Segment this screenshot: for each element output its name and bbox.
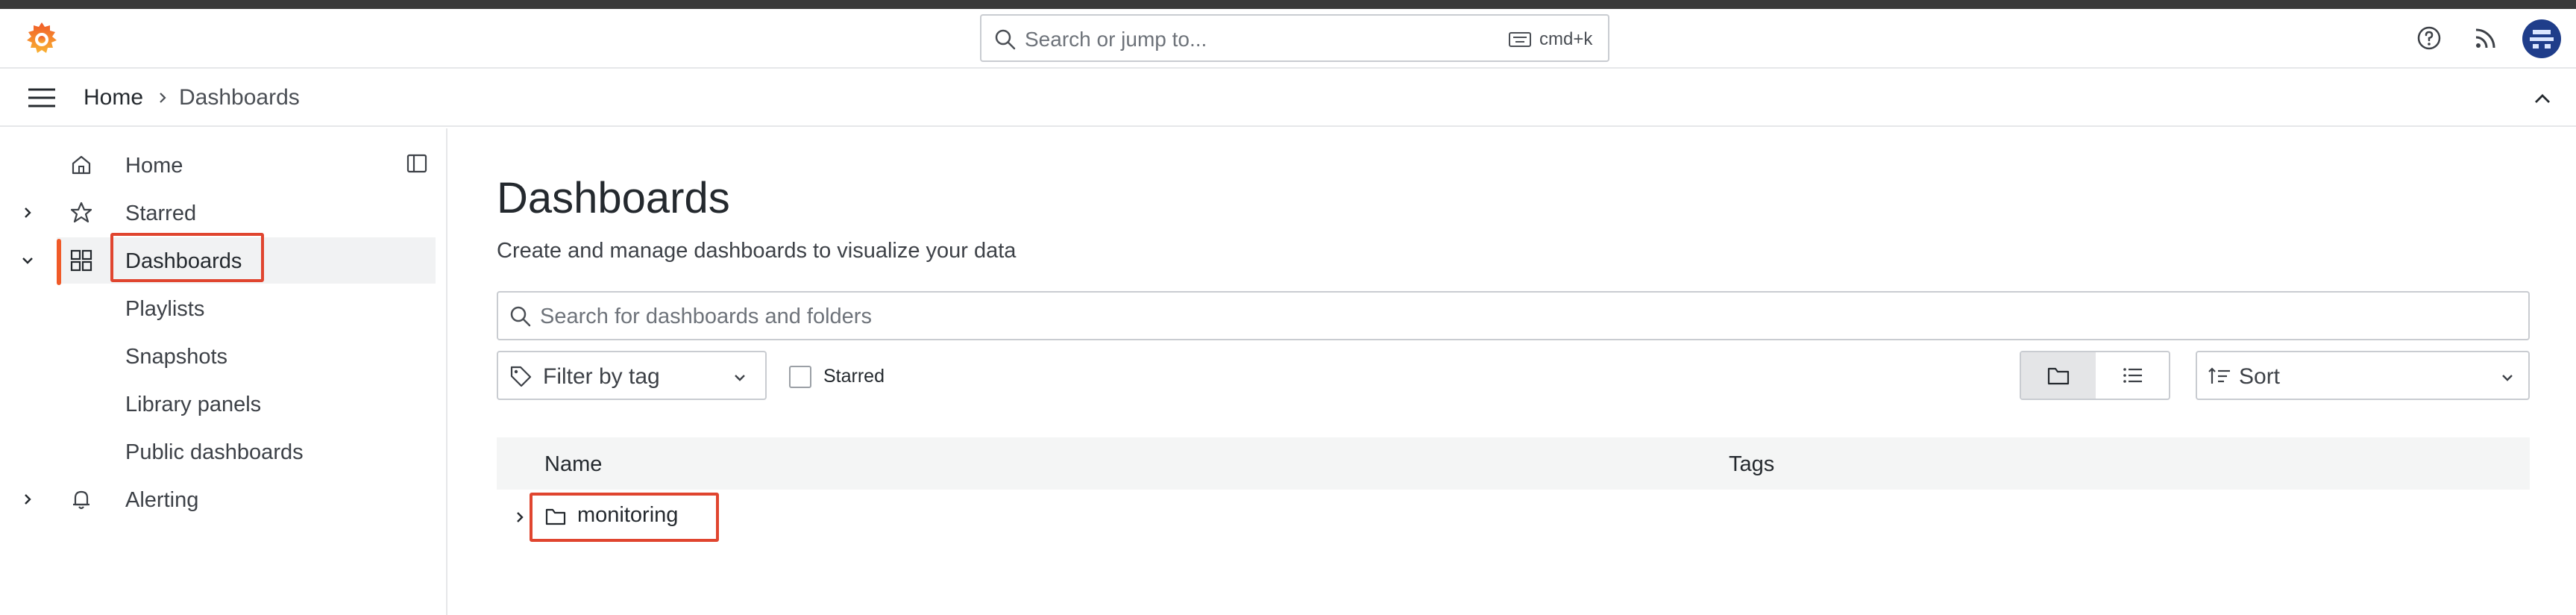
sidebar-nav: Home Starred Dashboards Playlists Snapsh… — [0, 128, 447, 615]
menu-hamburger-icon[interactable] — [27, 85, 57, 110]
sidebar-item-label: Alerting — [125, 488, 199, 512]
column-header-tags: Tags — [1729, 452, 1775, 476]
top-search-input[interactable]: Search or jump to... cmd+k — [980, 14, 1609, 62]
rss-news-icon[interactable] — [2473, 25, 2498, 51]
sidebar-item-label: Starred — [125, 202, 197, 225]
sidebar-item-playlists[interactable]: Playlists — [0, 285, 446, 331]
chevron-down-icon — [2502, 375, 2513, 381]
view-toggle — [2020, 351, 2170, 400]
chevron-right-icon[interactable] — [19, 491, 36, 508]
highlight-box-monitoring — [530, 493, 719, 542]
folder-view-button[interactable] — [2021, 352, 2096, 399]
chevron-down-icon[interactable] — [19, 252, 36, 269]
sidebar-item-home[interactable]: Home — [0, 142, 446, 188]
list-icon — [2123, 368, 2142, 383]
avatar-identicon-icon — [2530, 30, 2554, 49]
starred-checkbox[interactable] — [789, 366, 811, 388]
apps-icon — [70, 249, 92, 272]
chevron-down-icon — [735, 375, 745, 381]
sidebar-item-label: Home — [125, 154, 183, 178]
search-icon — [510, 306, 531, 327]
tag-icon — [510, 366, 532, 387]
sidebar-item-library-panels[interactable]: Library panels — [0, 381, 446, 427]
starred-checkbox-label[interactable]: Starred — [823, 366, 885, 387]
table-header: Name Tags — [497, 437, 2530, 490]
keyboard-icon — [1509, 32, 1531, 47]
filter-by-tag-label: Filter by tag — [543, 364, 660, 389]
table-row[interactable]: monitoring — [497, 490, 2530, 545]
star-icon — [70, 202, 92, 223]
chevron-right-icon[interactable] — [19, 205, 36, 221]
search-icon — [995, 29, 1016, 50]
main-content: Dashboards Create and manage dashboards … — [449, 128, 2576, 615]
search-shortcut-label: cmd+k — [1539, 29, 1593, 49]
highlight-box-dashboards — [110, 233, 264, 282]
page-title: Dashboards — [497, 174, 730, 222]
home-icon — [72, 155, 91, 175]
sort-amount-icon — [2208, 367, 2230, 384]
breadcrumb-bar: Home Dashboards — [0, 70, 2576, 127]
list-view-button[interactable] — [2096, 352, 2169, 399]
chevron-right-icon[interactable] — [513, 509, 527, 525]
column-header-name: Name — [544, 452, 603, 476]
chevron-up-icon[interactable] — [2531, 88, 2554, 110]
breadcrumb-current: Dashboards — [179, 85, 300, 110]
breadcrumb-home[interactable]: Home — [84, 85, 143, 110]
sidebar-item-alerting[interactable]: Alerting — [0, 476, 446, 522]
sort-label: Sort — [2239, 364, 2281, 389]
filter-by-tag-select[interactable]: Filter by tag — [497, 351, 767, 400]
sidebar-item-label: Playlists — [125, 297, 205, 321]
user-avatar[interactable] — [2522, 19, 2561, 58]
grafana-logo-icon[interactable] — [22, 19, 61, 58]
sidebar-item-label: Library panels — [125, 393, 262, 416]
sidebar-item-label: Public dashboards — [125, 440, 304, 464]
sidebar-item-snapshots[interactable]: Snapshots — [0, 333, 446, 379]
sidebar-item-public-dashboards[interactable]: Public dashboards — [0, 428, 446, 475]
page-subtitle: Create and manage dashboards to visualiz… — [497, 239, 1017, 263]
dashboard-search-placeholder: Search for dashboards and folders — [540, 305, 872, 328]
dashboard-search-input[interactable]: Search for dashboards and folders — [497, 291, 2530, 340]
window-top-strip — [0, 0, 2576, 9]
sort-select[interactable]: Sort — [2196, 351, 2530, 400]
sidebar-item-label: Snapshots — [125, 345, 228, 369]
top-search-placeholder: Search or jump to... — [1025, 28, 1207, 51]
active-indicator — [57, 239, 61, 285]
folder-icon — [2047, 367, 2070, 385]
help-icon[interactable] — [2416, 25, 2442, 51]
bell-icon — [73, 490, 89, 510]
sidebar-item-starred[interactable]: Starred — [0, 190, 446, 236]
top-bar: Search or jump to... cmd+k — [0, 9, 2576, 69]
breadcrumb-separator-icon — [160, 93, 166, 103]
